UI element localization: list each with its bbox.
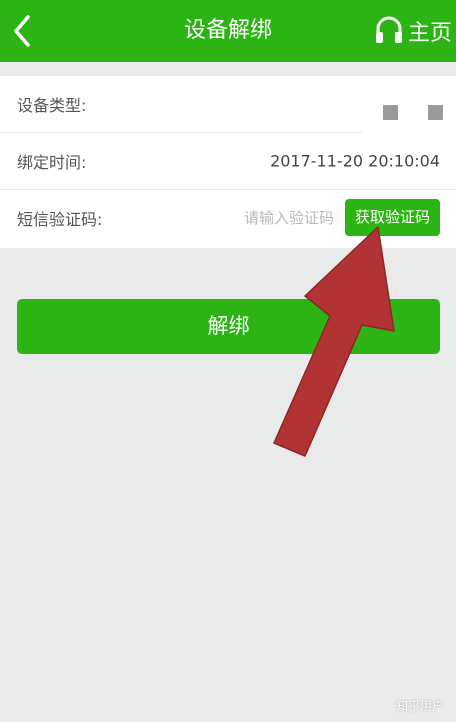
device-type-row: 设备类型: bbox=[0, 76, 456, 132]
watermark: 知乎用户 bbox=[395, 699, 444, 713]
device-type-label: 设备类型: bbox=[17, 96, 87, 115]
top-bar: 设备解绑 主页 bbox=[0, 0, 456, 62]
device-type-value-mark bbox=[383, 105, 398, 120]
chevron-left-icon bbox=[14, 15, 30, 47]
bind-time-row: 绑定时间: 2017-11-20 20:10:04 bbox=[0, 133, 456, 189]
bind-time-label: 绑定时间: bbox=[17, 153, 87, 172]
get-code-button[interactable]: 获取验证码 bbox=[345, 199, 440, 236]
headset-icon bbox=[375, 16, 402, 43]
unbind-form: 设备类型: 绑定时间: 2017-11-20 20:10:04 短信验证码: 获… bbox=[0, 76, 456, 248]
back-button[interactable] bbox=[8, 8, 48, 54]
home-label: 主页 bbox=[407, 21, 452, 46]
device-type-value-mark bbox=[428, 105, 443, 120]
sms-code-row: 短信验证码: 获取验证码 bbox=[0, 190, 456, 246]
bind-time-value: 2017-11-20 20:10:04 bbox=[270, 151, 440, 171]
unbind-button[interactable]: 解绑 bbox=[17, 299, 440, 354]
sms-code-label: 短信验证码: bbox=[17, 210, 103, 229]
home-button[interactable]: 主页 bbox=[374, 8, 452, 54]
section-gap bbox=[0, 62, 456, 76]
sms-code-input[interactable] bbox=[210, 198, 334, 238]
